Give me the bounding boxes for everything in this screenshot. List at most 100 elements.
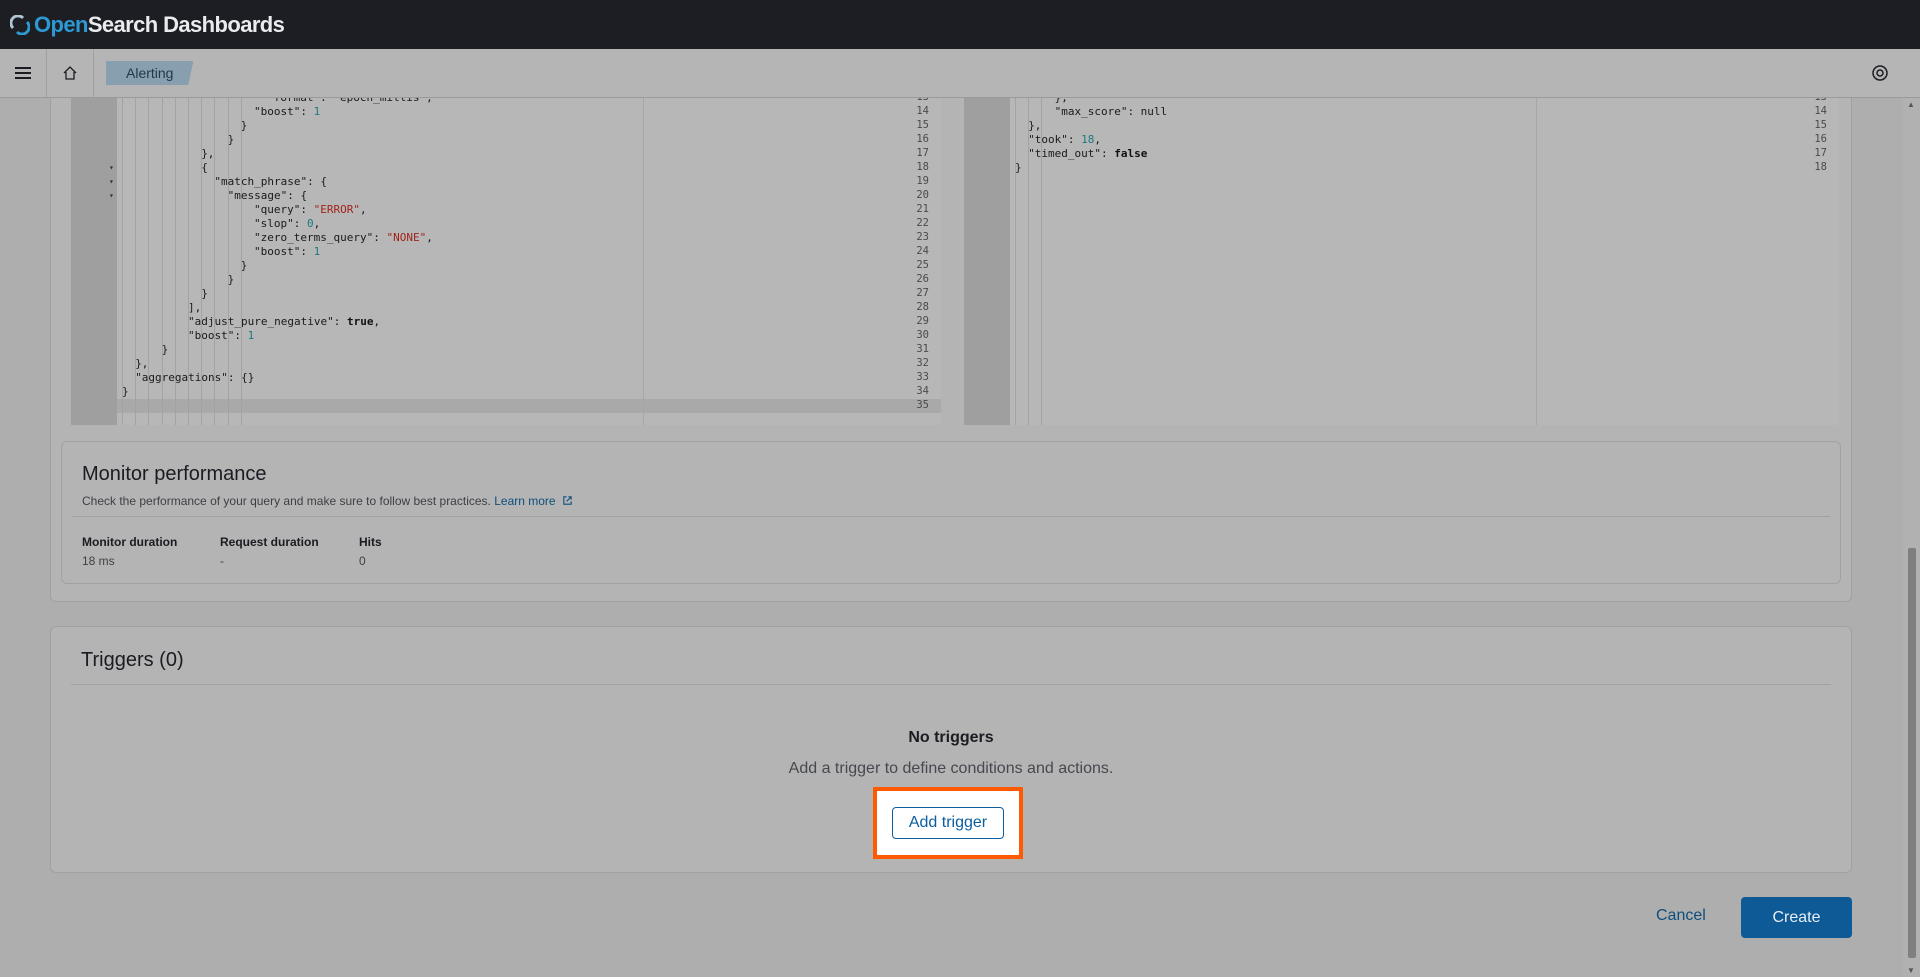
extraction-query-editor[interactable]: 13 "format": "epoch_millis", 14 "boost": 1 1… (71, 98, 941, 425)
line-number: 18 (916, 161, 929, 173)
line-number: 17 (1814, 147, 1827, 159)
line-number: 21 (916, 203, 929, 215)
breadcrumb-bar: Alerting (0, 49, 1920, 98)
print-margin (643, 98, 644, 425)
line-number: 35 (916, 399, 929, 411)
code-line: } (227, 273, 235, 286)
line-number: 28 (916, 301, 929, 313)
add-trigger-button[interactable]: Add trigger (892, 807, 1004, 839)
performance-description: Check the performance of your query and … (82, 494, 573, 508)
line-number: 14 (1814, 105, 1827, 117)
query-response-editor[interactable]: 13}, 14 "max_score": null 15}, 16 "took": 18,… (964, 98, 1839, 425)
line-number: 17 (916, 147, 929, 159)
menu-button[interactable] (0, 49, 47, 97)
performance-title: Monitor performance (82, 463, 267, 485)
code-line: "adjust_pure_negative": true, (188, 315, 381, 328)
fold-toggle-icon[interactable]: ▾ (109, 177, 114, 186)
indent-guide (1015, 98, 1016, 425)
scroll-down-icon[interactable]: ▼ (1907, 966, 1915, 975)
line-number: 14 (916, 105, 929, 117)
breadcrumb-alerting[interactable]: Alerting (106, 61, 194, 85)
code-line: "zero_terms_query": "NONE", (254, 231, 433, 244)
code-line: "took": 18, (1028, 133, 1102, 146)
code-line: } (240, 259, 248, 272)
scroll-up-icon[interactable]: ▲ (1907, 100, 1915, 109)
line-number: 22 (916, 217, 929, 229)
line-number: 33 (916, 371, 929, 383)
code-line: "message": { (227, 189, 308, 202)
hamburger-icon (15, 67, 31, 79)
line-number-gutter (964, 98, 1010, 425)
code-line: "max_score": null (1054, 105, 1168, 118)
metric-monitor-duration: Monitor duration 18 ms (82, 535, 178, 568)
code-line: } (122, 385, 129, 398)
divider (71, 684, 1831, 685)
line-number: 18 (1814, 161, 1827, 173)
code-line: } (227, 133, 235, 146)
code-line: }, (1028, 119, 1042, 132)
line-number: 15 (916, 119, 929, 131)
code-line: "match_phrase": { (214, 175, 327, 188)
page-scrollbar[interactable]: ▲ ▼ (1903, 98, 1920, 977)
code-line: "boost": 1 (188, 329, 255, 342)
line-number: 15 (1814, 119, 1827, 131)
line-number: 23 (916, 231, 929, 243)
code-line: "boost": 1 (254, 245, 321, 258)
code-line: { (201, 161, 208, 174)
line-number: 27 (916, 287, 929, 299)
create-button[interactable]: Create (1741, 897, 1852, 938)
triggers-panel: Triggers (0) No triggers Add a trigger t… (50, 626, 1852, 873)
home-button[interactable] (47, 49, 94, 97)
brand-name: OpenSearch Dashboards (34, 11, 285, 37)
line-number: 34 (916, 385, 929, 397)
fold-toggle-icon[interactable]: ▾ (109, 163, 114, 172)
code-line: "timed_out": false (1028, 147, 1148, 160)
line-number: 26 (916, 273, 929, 285)
code-line: "aggregations": {} (135, 371, 255, 384)
code-line: } (201, 287, 208, 300)
fold-toggle-icon[interactable]: ▾ (109, 191, 114, 200)
code-line: ], (188, 301, 202, 314)
code-line: "boost": 1 (254, 105, 321, 118)
opensearch-logo[interactable]: OpenSearch Dashboards (10, 11, 285, 38)
code-line: "slop": 0, (254, 217, 321, 230)
line-number: 25 (916, 259, 929, 271)
line-number: 16 (1814, 133, 1827, 145)
code-line: }, (135, 357, 149, 370)
metric-hits: Hits 0 (359, 535, 382, 568)
code-line: } (240, 119, 248, 132)
empty-state-description: Add a trigger to define conditions and a… (788, 760, 1114, 777)
line-number: 32 (916, 357, 929, 369)
learn-more-link[interactable]: Learn more (494, 494, 573, 508)
code-line: "format": "epoch_millis", (267, 98, 433, 104)
line-number: 16 (916, 133, 929, 145)
line-number: 31 (916, 343, 929, 355)
line-number: 30 (916, 329, 929, 341)
empty-state-title: No triggers (908, 729, 994, 746)
divider (72, 516, 1830, 517)
line-number: 13 (899, 98, 929, 103)
external-link-icon (563, 496, 572, 505)
help-icon[interactable] (1870, 63, 1890, 83)
cancel-button[interactable]: Cancel (1656, 907, 1706, 925)
triggers-title: Triggers (0) (81, 649, 184, 671)
line-number: 24 (916, 245, 929, 257)
line-number: 13 (1797, 98, 1827, 103)
code-line: "query": "ERROR", (254, 203, 367, 216)
indent-guide (122, 98, 123, 425)
print-margin (1536, 98, 1537, 425)
opensearch-logo-icon (10, 14, 30, 35)
code-line: } (1015, 161, 1022, 174)
line-number-gutter (71, 98, 117, 425)
monitor-performance-panel: Monitor performance Check the performanc… (61, 441, 1841, 584)
code-line: }, (1055, 98, 1068, 104)
metric-request-duration: Request duration - (220, 535, 319, 568)
code-line: } (161, 343, 169, 356)
code-line: }, (201, 147, 215, 160)
app-header: OpenSearch Dashboards (0, 0, 1920, 49)
home-icon (63, 66, 77, 80)
line-number: 29 (916, 315, 929, 327)
line-number: 20 (916, 189, 929, 201)
line-number: 19 (916, 175, 929, 187)
scrollbar-thumb[interactable] (1908, 548, 1916, 958)
